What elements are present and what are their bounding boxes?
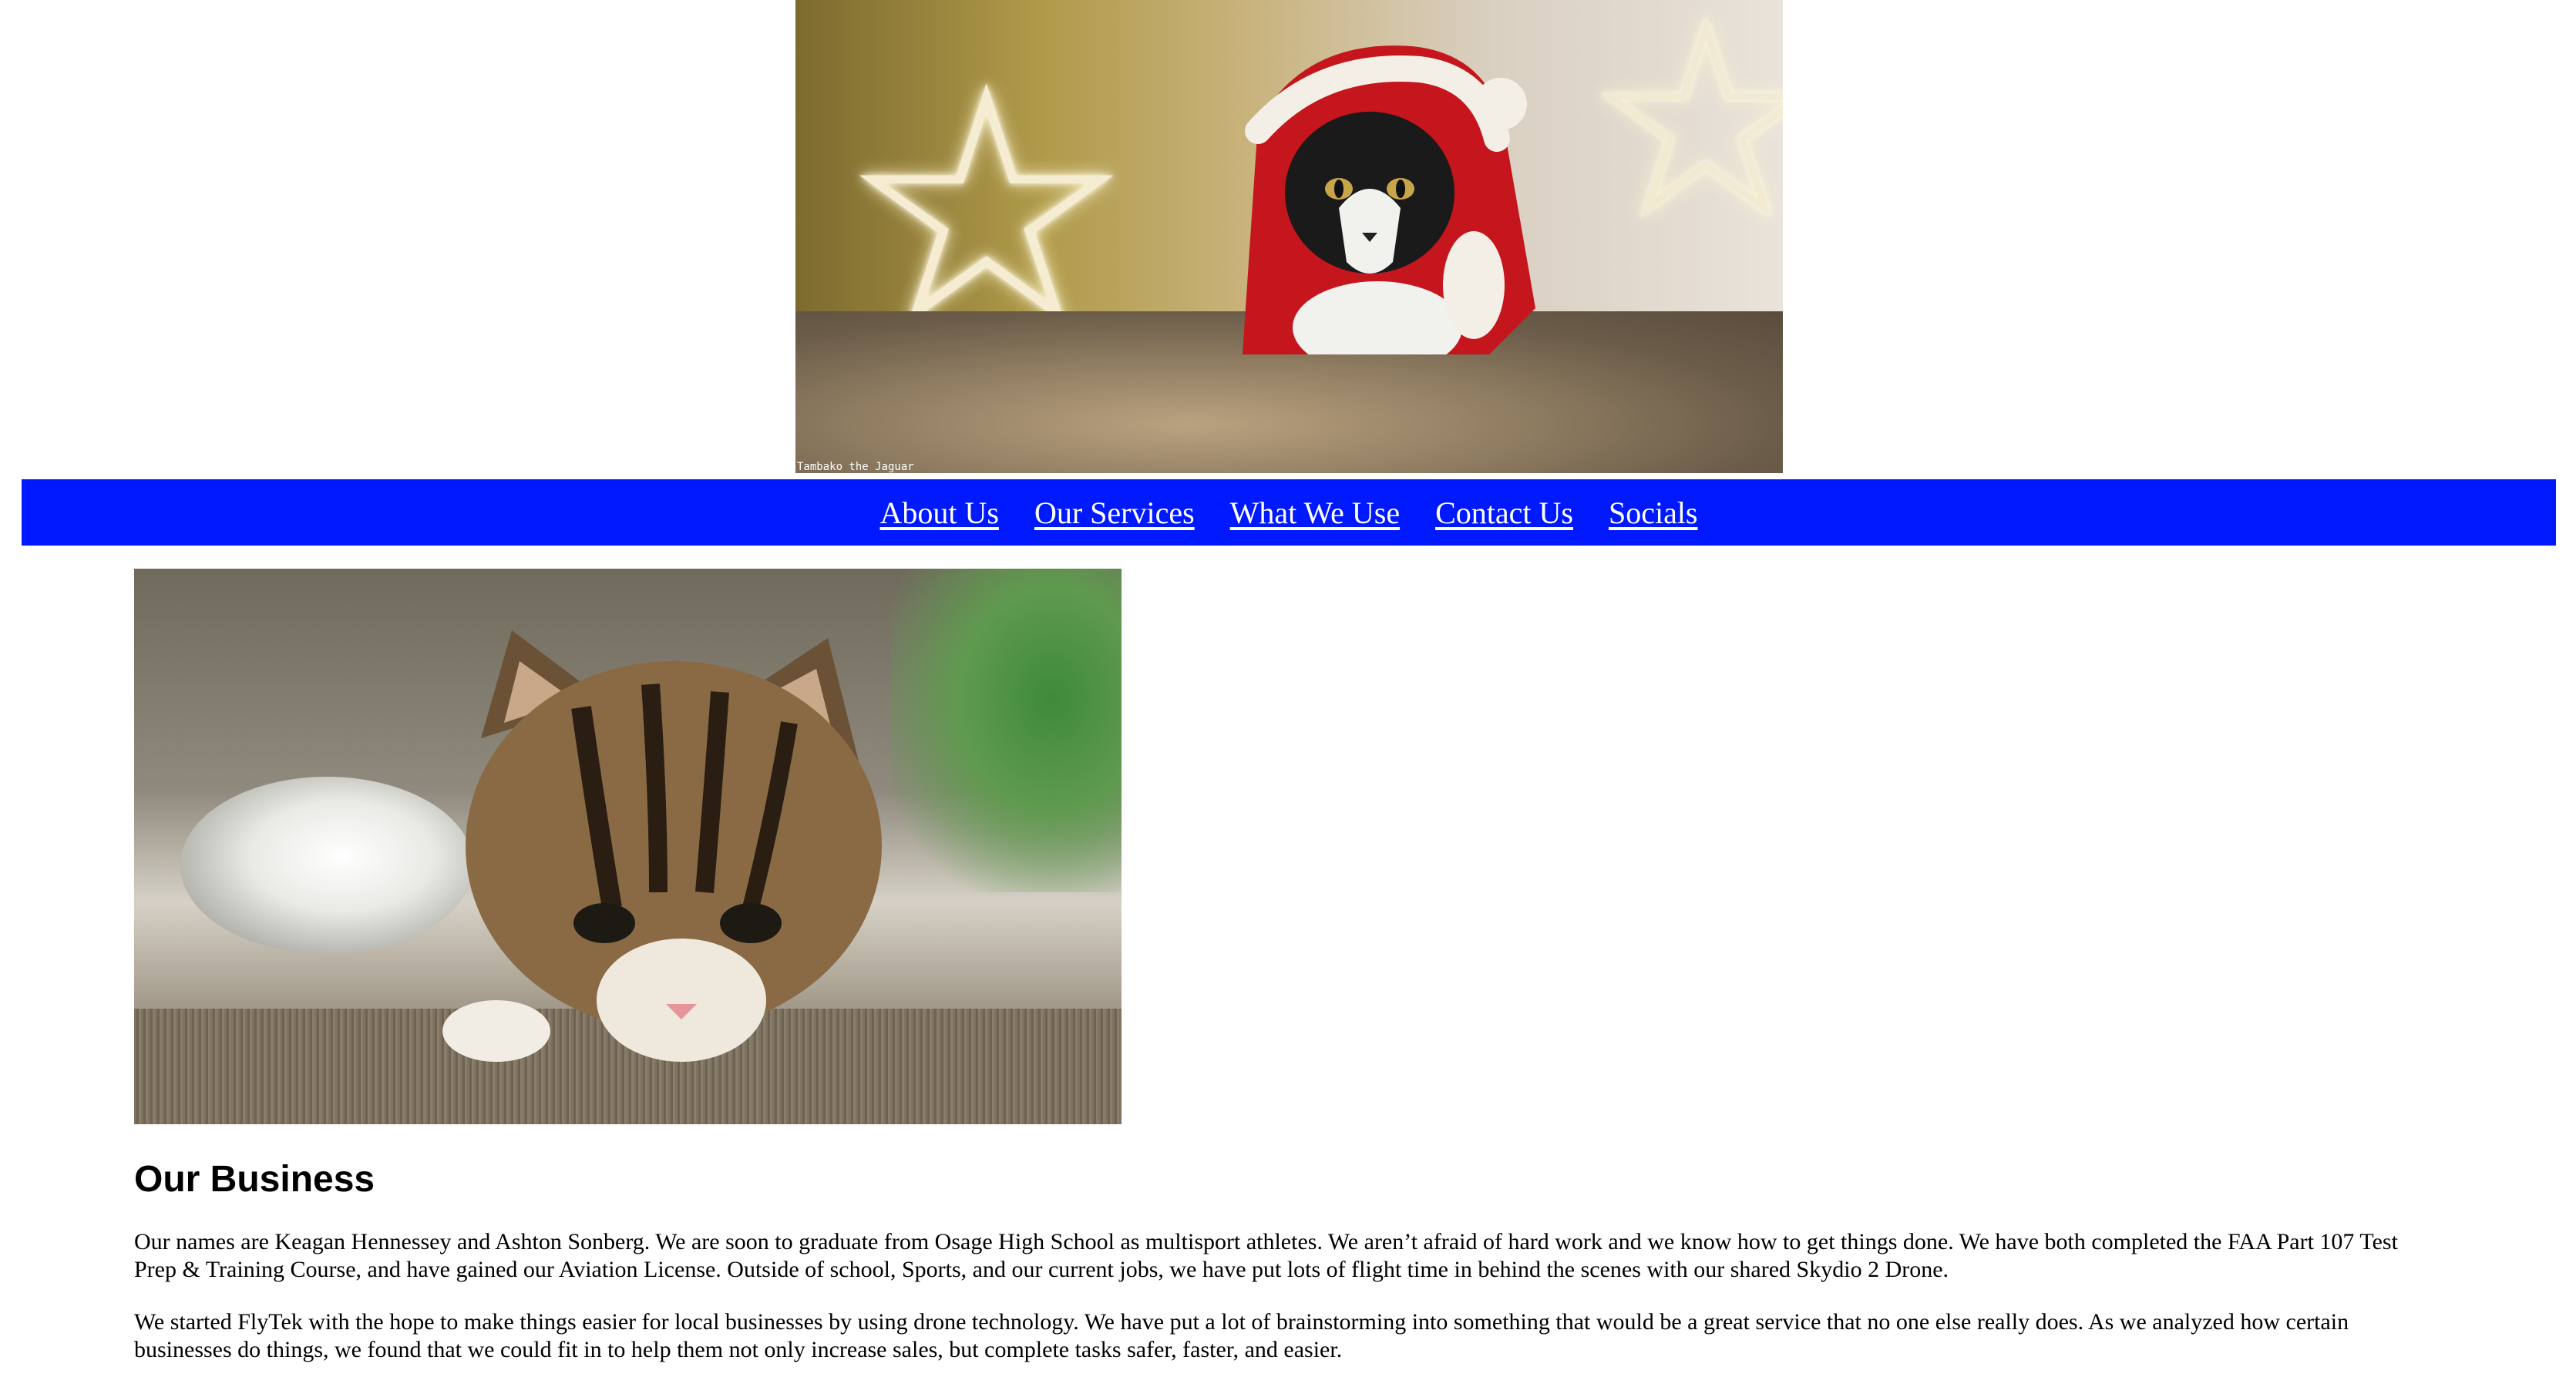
- main-navigation: About Us Our Services What We Use Contac…: [22, 479, 2556, 546]
- paragraph-intro: Our names are Keagan Hennessey and Ashto…: [134, 1228, 2398, 1282]
- page: ☆ ☆ Tambako the Jaguar About Us Our Serv…: [0, 0, 2576, 1387]
- nav-link-about-us[interactable]: About Us: [879, 495, 998, 531]
- kitten-image: [134, 569, 1122, 1124]
- kitten-icon: [442, 630, 882, 1062]
- photo-credit: Tambako the Jaguar: [797, 461, 914, 473]
- cat-in-santa-costume-icon: [1243, 45, 1535, 354]
- paragraph-mission: We started FlyTek with the hope to make …: [134, 1308, 2349, 1362]
- nav-link-what-we-use[interactable]: What We Use: [1230, 495, 1400, 531]
- star-decoration-icon: ☆: [1582, 0, 1783, 277]
- nav-link-contact-us[interactable]: Contact Us: [1435, 495, 1573, 531]
- nav-link-our-services[interactable]: Our Services: [1034, 495, 1195, 531]
- main-content: Our Business Our names are Keagan Hennes…: [134, 569, 2423, 1387]
- nav-link-socials[interactable]: Socials: [1609, 495, 1698, 531]
- section-heading: Our Business: [134, 1159, 375, 1200]
- hero-image: ☆ ☆ Tambako the Jaguar: [795, 0, 1783, 473]
